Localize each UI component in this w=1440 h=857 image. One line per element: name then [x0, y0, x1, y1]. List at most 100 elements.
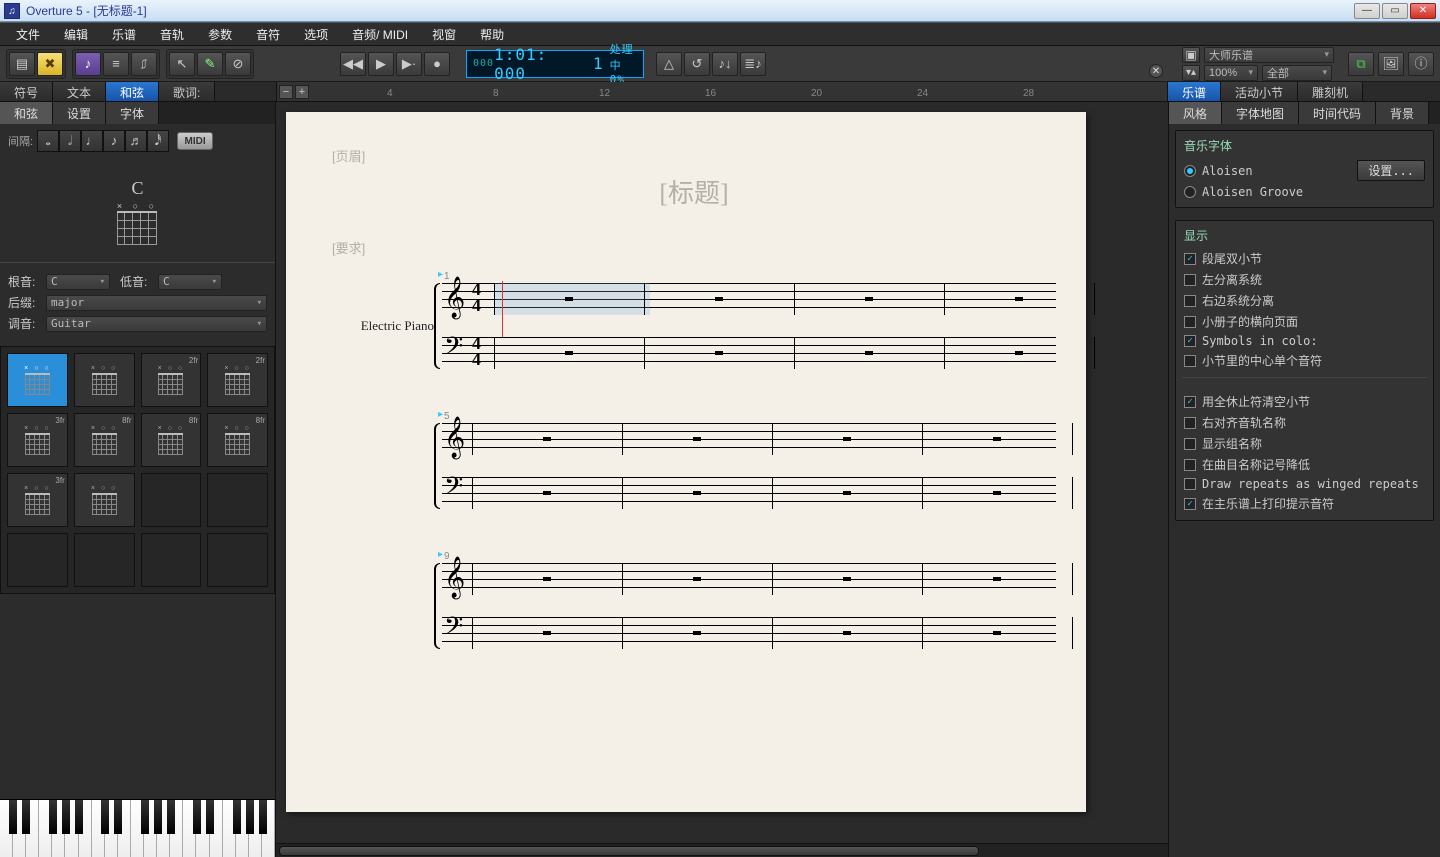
zoom-out-button[interactable]: −: [279, 85, 293, 99]
list-button[interactable]: ≡: [103, 52, 129, 76]
radio-icon[interactable]: [1184, 186, 1196, 198]
pencil-button[interactable]: ✎: [197, 52, 223, 76]
root-select[interactable]: C: [46, 274, 110, 290]
chord-card[interactable]: × ○ ○8fr: [207, 413, 268, 467]
score-preset-select[interactable]: 大师乐谱: [1204, 47, 1334, 63]
right-tab[interactable]: 活动小节: [1221, 82, 1298, 101]
maximize-button[interactable]: ▭: [1382, 3, 1408, 19]
record-button[interactable]: ●: [424, 52, 450, 76]
play-sel-button[interactable]: ▶·: [396, 52, 422, 76]
menu-item[interactable]: 参数: [198, 24, 242, 45]
scope-select[interactable]: 全部: [1262, 65, 1332, 81]
checkbox-icon[interactable]: [1184, 396, 1196, 408]
chord-card[interactable]: × ○ ○2fr: [141, 353, 202, 407]
treble-staff[interactable]: [442, 423, 1056, 455]
right-subtab[interactable]: 背景: [1376, 102, 1429, 124]
menu-item[interactable]: 帮助: [470, 24, 514, 45]
chord-card[interactable]: × ○ ○: [74, 353, 135, 407]
note-button[interactable]: ♪: [75, 52, 101, 76]
display-option-row[interactable]: 在曲目名称记号降低: [1184, 454, 1425, 475]
minimize-button[interactable]: —: [1354, 3, 1380, 19]
display-option-row[interactable]: 在主乐谱上打印提示音符: [1184, 493, 1425, 514]
checkbox-icon[interactable]: [1184, 438, 1196, 450]
panel-button[interactable]: ▤: [9, 52, 35, 76]
right-subtab[interactable]: 风格: [1169, 102, 1222, 124]
pointer-button[interactable]: ↖: [169, 52, 195, 76]
right-subtab[interactable]: 时间代码: [1299, 102, 1376, 124]
menu-item[interactable]: 乐谱: [102, 24, 146, 45]
zoom-select[interactable]: 100%: [1204, 65, 1258, 81]
right-tab[interactable]: 雕刻机: [1298, 82, 1363, 101]
page-title-placeholder[interactable]: [标题]: [332, 173, 1056, 210]
treble-staff[interactable]: 44: [442, 283, 1056, 315]
left-subtab[interactable]: 字体: [106, 102, 159, 124]
chord-card[interactable]: × ○ ○3fr: [7, 413, 68, 467]
radio-icon[interactable]: [1184, 165, 1196, 177]
staff-view-button[interactable]: ≣♪: [740, 52, 766, 76]
checkbox-icon[interactable]: [1184, 417, 1196, 429]
chord-card[interactable]: × ○ ○: [74, 473, 135, 527]
menu-item[interactable]: 音轨: [150, 24, 194, 45]
bass-select[interactable]: C: [158, 274, 222, 290]
left-tab[interactable]: 文本: [53, 82, 106, 101]
left-tab[interactable]: 歌词:: [159, 82, 215, 101]
eighth-note-button[interactable]: ♪: [103, 130, 125, 152]
bass-staff[interactable]: 44: [442, 337, 1056, 369]
tuning-select[interactable]: Guitar: [46, 316, 267, 332]
display-option-row[interactable]: Draw repeats as winged repeats: [1184, 475, 1425, 493]
score-scroll[interactable]: [页眉] [标题] [要求] Electric Piano1▸44445▸9▸: [276, 102, 1168, 843]
suffix-select[interactable]: major: [46, 295, 267, 311]
display-option-row[interactable]: 小节里的中心单个音符: [1184, 350, 1425, 371]
menu-item[interactable]: 选项: [294, 24, 338, 45]
treble-staff[interactable]: [442, 563, 1056, 595]
erase-button[interactable]: ⊘: [225, 52, 251, 76]
checkbox-icon[interactable]: [1184, 335, 1196, 347]
staff-system[interactable]: 5▸: [332, 423, 1056, 509]
checkbox-icon[interactable]: [1184, 459, 1196, 471]
sixteenth-note-button[interactable]: ♬: [125, 130, 147, 152]
right-subtab[interactable]: 字体地图: [1222, 102, 1299, 124]
piano-keyboard[interactable]: [0, 799, 275, 857]
left-tab[interactable]: 符号: [0, 82, 53, 101]
display-option-row[interactable]: 右边系统分离: [1184, 290, 1425, 311]
font-radio-row[interactable]: Aloisen Groove: [1184, 183, 1425, 201]
menu-item[interactable]: 视窗: [422, 24, 466, 45]
display-option-row[interactable]: 段尾双小节: [1184, 248, 1425, 269]
display-option-row[interactable]: Symbols in colo:: [1184, 332, 1425, 350]
close-button[interactable]: ✕: [1410, 3, 1436, 19]
display-option-row[interactable]: 右对齐音轨名称: [1184, 412, 1425, 433]
checkbox-icon[interactable]: [1184, 253, 1196, 265]
step-up-button[interactable]: ▣: [1182, 47, 1200, 63]
step-down-button[interactable]: ▾▴: [1182, 65, 1200, 81]
play-button[interactable]: ▶: [368, 52, 394, 76]
close-score-button[interactable]: ✕: [1149, 64, 1163, 78]
info-button[interactable]: ⓘ: [1408, 52, 1434, 76]
checkbox-icon[interactable]: [1184, 295, 1196, 307]
bass-staff[interactable]: [442, 477, 1056, 509]
checkbox-icon[interactable]: [1184, 355, 1196, 367]
zoom-in-button[interactable]: +: [295, 85, 309, 99]
checkbox-icon[interactable]: [1184, 498, 1196, 510]
bass-staff[interactable]: [442, 617, 1056, 649]
picture-button[interactable]: 🖼: [1378, 52, 1404, 76]
rewind-button[interactable]: ◀◀: [340, 52, 366, 76]
checkbox-icon[interactable]: [1184, 478, 1196, 490]
display-option-row[interactable]: 显示组名称: [1184, 433, 1425, 454]
horizontal-scrollbar[interactable]: [276, 843, 1168, 857]
left-subtab[interactable]: 设置: [53, 102, 106, 124]
chord-card[interactable]: × ○ ○: [7, 353, 68, 407]
half-note-button[interactable]: 𝅗𝅥: [59, 130, 81, 152]
note-entry-button[interactable]: ♪↓: [712, 52, 738, 76]
checkbox-icon[interactable]: [1184, 316, 1196, 328]
scrollbar-thumb[interactable]: [279, 846, 979, 856]
menu-item[interactable]: 文件: [6, 24, 50, 45]
page-request-placeholder[interactable]: [要求]: [332, 238, 1056, 257]
score-page[interactable]: [页眉] [标题] [要求] Electric Piano1▸44445▸9▸: [286, 112, 1086, 812]
left-subtab[interactable]: 和弦: [0, 102, 53, 124]
left-tab[interactable]: 和弦: [106, 82, 159, 101]
tools-button[interactable]: ✖: [37, 52, 63, 76]
right-tab[interactable]: 乐谱: [1168, 82, 1221, 101]
quarter-note-button[interactable]: ♩: [81, 130, 103, 152]
staff-system[interactable]: 9▸: [332, 563, 1056, 649]
menu-item[interactable]: 编辑: [54, 24, 98, 45]
